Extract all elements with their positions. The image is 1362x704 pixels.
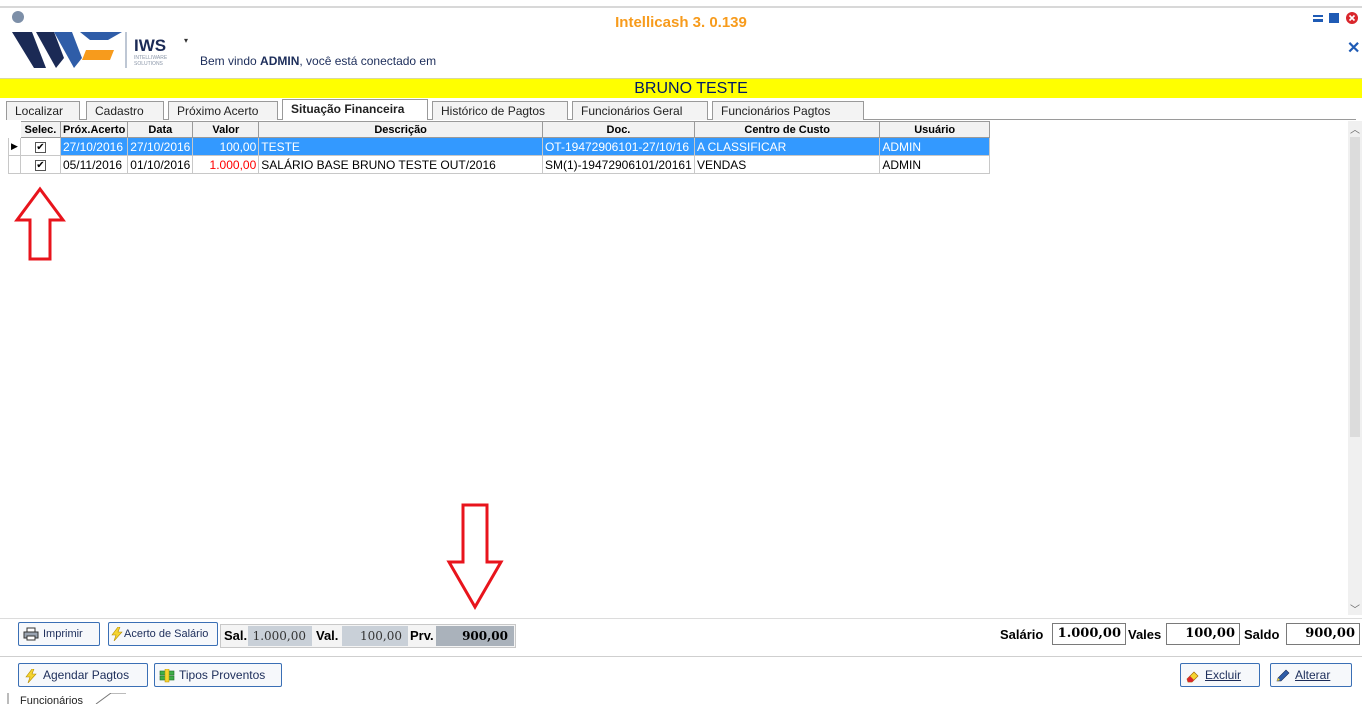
app-header: IWS INTELLIWARE SOLUTIONS ▾ Intellicash … xyxy=(0,0,1362,72)
col-header-prox-acerto[interactable]: Próx.Acerto xyxy=(59,121,129,138)
sal-label: Sal. xyxy=(224,628,248,643)
col-header-valor[interactable]: Valor xyxy=(192,121,260,138)
agendar-pagtos-button[interactable]: Agendar Pagtos xyxy=(18,663,148,687)
cell-centro-custo: A CLASSIFICAR xyxy=(693,137,881,156)
col-header-centro-custo[interactable]: Centro de Custo xyxy=(693,121,881,138)
saldo-value: 900,00 xyxy=(1286,623,1360,645)
lightning-icon xyxy=(111,627,123,642)
saldo-label: Saldo xyxy=(1244,627,1280,642)
cell-doc: OT-19472906101-27/10/16 xyxy=(541,137,695,156)
app-title: Intellicash 3. 0.139 xyxy=(615,14,747,31)
cell-valor: 100,00 xyxy=(192,137,260,156)
cell-valor: 1.000,00 xyxy=(192,155,260,174)
lightning-icon xyxy=(25,668,37,683)
acerto-salario-label: Acerto de Salário xyxy=(124,628,209,640)
scroll-up-icon[interactable]: ︿ xyxy=(1348,121,1362,136)
tab-historico-pagtos[interactable]: Histórico de Pagtos xyxy=(432,101,568,120)
top-border xyxy=(0,6,1362,8)
vales-value: 100,00 xyxy=(1166,623,1240,645)
prv-label: Prv. xyxy=(410,628,434,643)
salario-label: Salário xyxy=(1000,627,1044,642)
cell-data: 01/10/2016 xyxy=(127,155,194,174)
col-header-doc[interactable]: Doc. xyxy=(541,121,695,138)
financial-grid: Selec. Próx.Acerto Data Valor Descrição … xyxy=(8,121,990,174)
welcome-prefix: Bem vindo xyxy=(200,54,261,68)
cell-descricao: SALÁRIO BASE BRUNO TESTE OUT/2016 xyxy=(258,155,543,174)
tab-funcionarios-geral[interactable]: Funcionários Geral xyxy=(572,101,708,120)
cell-usuario: ADMIN xyxy=(879,155,990,174)
client-name-bar: BRUNO TESTE xyxy=(0,78,1362,98)
acerto-salario-button[interactable]: Acerto de Salário xyxy=(108,622,218,646)
alterar-button[interactable]: Alterar xyxy=(1270,663,1352,687)
tab-localizar[interactable]: Localizar xyxy=(6,101,80,120)
app-window: IWS INTELLIWARE SOLUTIONS ▾ Intellicash … xyxy=(0,0,1362,704)
eraser-icon xyxy=(1186,671,1199,683)
excluir-label: Excluir xyxy=(1205,668,1242,682)
tab-cadastro[interactable]: Cadastro xyxy=(86,101,164,120)
sal-value: 1.000,00 xyxy=(248,626,312,646)
checkbox-checked[interactable]: ✔ xyxy=(34,159,46,171)
col-header-selec[interactable]: Selec. xyxy=(19,121,61,138)
maximize-icon[interactable] xyxy=(1328,12,1340,24)
printer-icon xyxy=(23,627,39,641)
table-row[interactable]: ✔ 05/11/2016 01/10/2016 1.000,00 SALÁRIO… xyxy=(8,155,990,174)
arrow-down-icon xyxy=(446,503,504,610)
tipos-proventos-label: Tipos Proventos xyxy=(179,668,266,682)
cell-usuario: ADMIN xyxy=(879,137,990,156)
grid-header-row: Selec. Próx.Acerto Data Valor Descrição … xyxy=(8,121,990,138)
close-form-icon[interactable]: ✕ xyxy=(1347,38,1360,58)
val-label: Val. xyxy=(316,628,339,643)
table-row[interactable]: ▶ ✔ 27/10/2016 27/10/2016 100,00 TESTE O… xyxy=(8,137,990,156)
logo-dropdown-icon[interactable]: ▾ xyxy=(184,36,188,45)
tab-strip: Localizar Cadastro Próximo Acerto Situaç… xyxy=(6,99,1356,120)
row-checkbox-cell[interactable]: ✔ xyxy=(19,137,61,156)
minimize-icon[interactable] xyxy=(1312,12,1324,24)
cell-doc: SM(1)-19472906101/20161 xyxy=(541,155,695,174)
agendar-pagtos-label: Agendar Pagtos xyxy=(43,668,130,682)
indicator-header xyxy=(8,121,21,138)
salario-value: 1.000,00 xyxy=(1052,623,1126,645)
col-header-descricao[interactable]: Descrição xyxy=(258,121,543,138)
row-pointer-icon: ▶ xyxy=(8,137,21,156)
welcome-message: Bem vindo ADMIN, você está conectado em xyxy=(200,54,436,68)
cell-centro-custo: VENDAS xyxy=(693,155,881,174)
money-stack-icon xyxy=(159,668,175,683)
scroll-thumb[interactable] xyxy=(1350,137,1360,437)
vales-label: Vales xyxy=(1128,627,1162,642)
tab-funcionarios-pagtos[interactable]: Funcionários Pagtos xyxy=(712,101,864,120)
row-indicator xyxy=(8,155,21,174)
close-icon[interactable] xyxy=(1346,12,1358,24)
print-button[interactable]: Imprimir xyxy=(18,622,100,646)
scroll-down-icon[interactable]: ﹀ xyxy=(1348,601,1362,616)
col-header-data[interactable]: Data xyxy=(127,121,194,138)
tipos-proventos-button[interactable]: Tipos Proventos xyxy=(154,663,282,687)
tab-proximo-acerto[interactable]: Próximo Acerto xyxy=(168,101,278,120)
logo-text: IWS xyxy=(134,36,167,55)
alterar-label: Alterar xyxy=(1295,668,1331,682)
checkbox-checked[interactable]: ✔ xyxy=(34,141,46,153)
tab-situacao-financeira[interactable]: Situação Financeira xyxy=(282,99,428,120)
welcome-user: ADMIN xyxy=(260,54,300,68)
welcome-suffix: , você está conectado em xyxy=(299,54,437,68)
logo-subtext: INTELLIWARE SOLUTIONS xyxy=(134,55,168,67)
bottom-tab-funcionarios[interactable]: Funcionários xyxy=(20,695,83,704)
cell-prox-acerto: 05/11/2016 xyxy=(59,155,129,174)
pen-icon xyxy=(1276,669,1290,682)
cell-descricao: TESTE xyxy=(258,137,543,156)
cell-prox-acerto: 27/10/2016 xyxy=(59,137,129,156)
vertical-scrollbar[interactable]: ︿ ﹀ xyxy=(1348,121,1362,616)
prv-value: 900,00 xyxy=(436,626,514,646)
cell-data: 27/10/2016 xyxy=(127,137,194,156)
col-header-usuario[interactable]: Usuário xyxy=(879,121,990,138)
arrow-up-icon xyxy=(14,186,66,261)
row-checkbox-cell[interactable]: ✔ xyxy=(19,155,61,174)
val-value: 100,00 xyxy=(342,626,408,646)
excluir-button[interactable]: Excluir xyxy=(1180,663,1260,687)
print-label: Imprimir xyxy=(43,628,83,640)
